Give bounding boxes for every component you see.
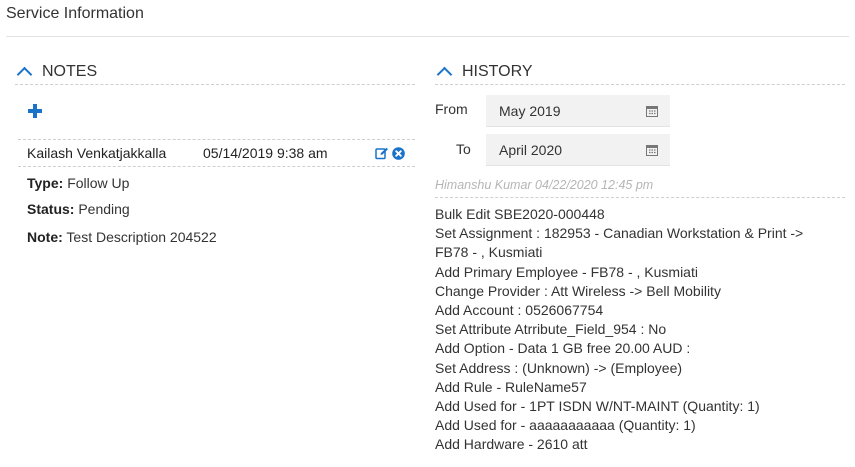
note-status: Status: Pending — [27, 201, 130, 217]
list-item: Bulk Edit SBE2020-000448 — [435, 206, 605, 222]
history-entry-meta: Himanshu Kumar 04/22/2020 12:45 pm — [435, 178, 845, 198]
note-type: Type: Follow Up — [27, 175, 129, 191]
from-date-value: May 2019 — [499, 102, 561, 119]
list-item: Add Hardware - 2610 att — [435, 436, 588, 453]
to-date-picker[interactable]: April 2020 — [486, 134, 670, 166]
notes-panel-header[interactable]: NOTES — [15, 60, 415, 85]
list-item: Add Rule - RuleName57 — [435, 378, 587, 395]
list-item: FB78 - , Kusmiati — [435, 244, 543, 261]
list-item: Add Option - Data 1 GB free 20.00 AUD : — [435, 340, 691, 357]
history-heading: HISTORY — [462, 63, 533, 80]
notes-heading: NOTES — [42, 63, 98, 80]
list-item: Add Used for - aaaaaaaaaaa (Quantity: 1) — [435, 417, 696, 434]
title-divider — [6, 36, 849, 37]
list-item: Add Used for - 1PT ISDN W/NT-MAINT (Quan… — [435, 398, 760, 415]
from-date-picker[interactable]: May 2019 — [486, 95, 670, 127]
note-text-value: Test Description 204522 — [66, 229, 217, 245]
history-entry-list: Bulk Edit SBE2020-000448 Set Assignment … — [435, 205, 850, 455]
to-label: To — [456, 141, 471, 157]
note-text: Note: Test Description 204522 — [27, 229, 217, 245]
add-note-button[interactable] — [28, 104, 42, 118]
history-panel-header[interactable]: HISTORY — [435, 60, 845, 85]
list-item: Set Address : (Unknown) -> (Employee) — [435, 359, 683, 376]
calendar-icon[interactable] — [646, 105, 658, 117]
chevron-up-icon[interactable] — [436, 66, 453, 83]
calendar-icon[interactable] — [646, 144, 658, 156]
from-label: From — [435, 101, 468, 117]
close-circle-icon[interactable] — [392, 146, 405, 160]
page-title: Service Information — [6, 5, 144, 22]
chevron-up-icon[interactable] — [16, 66, 33, 83]
list-item: Add Account : 0526067754 — [435, 302, 604, 319]
list-item: Change Provider : Att Wireless -> Bell M… — [435, 282, 721, 299]
note-type-label: Type: — [27, 175, 64, 191]
note-type-value: Follow Up — [67, 175, 130, 191]
list-item: Set Attribute Atrribute_Field_954 : No — [435, 321, 667, 338]
note-text-label: Note: — [27, 229, 63, 245]
list-item: Add Primary Employee - FB78 - , Kusmiati — [435, 263, 698, 280]
edit-icon[interactable] — [375, 147, 389, 160]
note-status-value: Pending — [78, 201, 130, 217]
note-status-label: Status: — [27, 201, 75, 217]
note-entry-header: Kailash Venkatjakkalla 05/14/2019 9:38 a… — [18, 139, 415, 167]
note-datetime: 05/14/2019 9:38 am — [203, 145, 328, 161]
to-date-value: April 2020 — [499, 141, 563, 158]
note-author: Kailash Venkatjakkalla — [27, 145, 167, 161]
list-item: Set Assignment : 182953 - Canadian Works… — [435, 225, 804, 242]
